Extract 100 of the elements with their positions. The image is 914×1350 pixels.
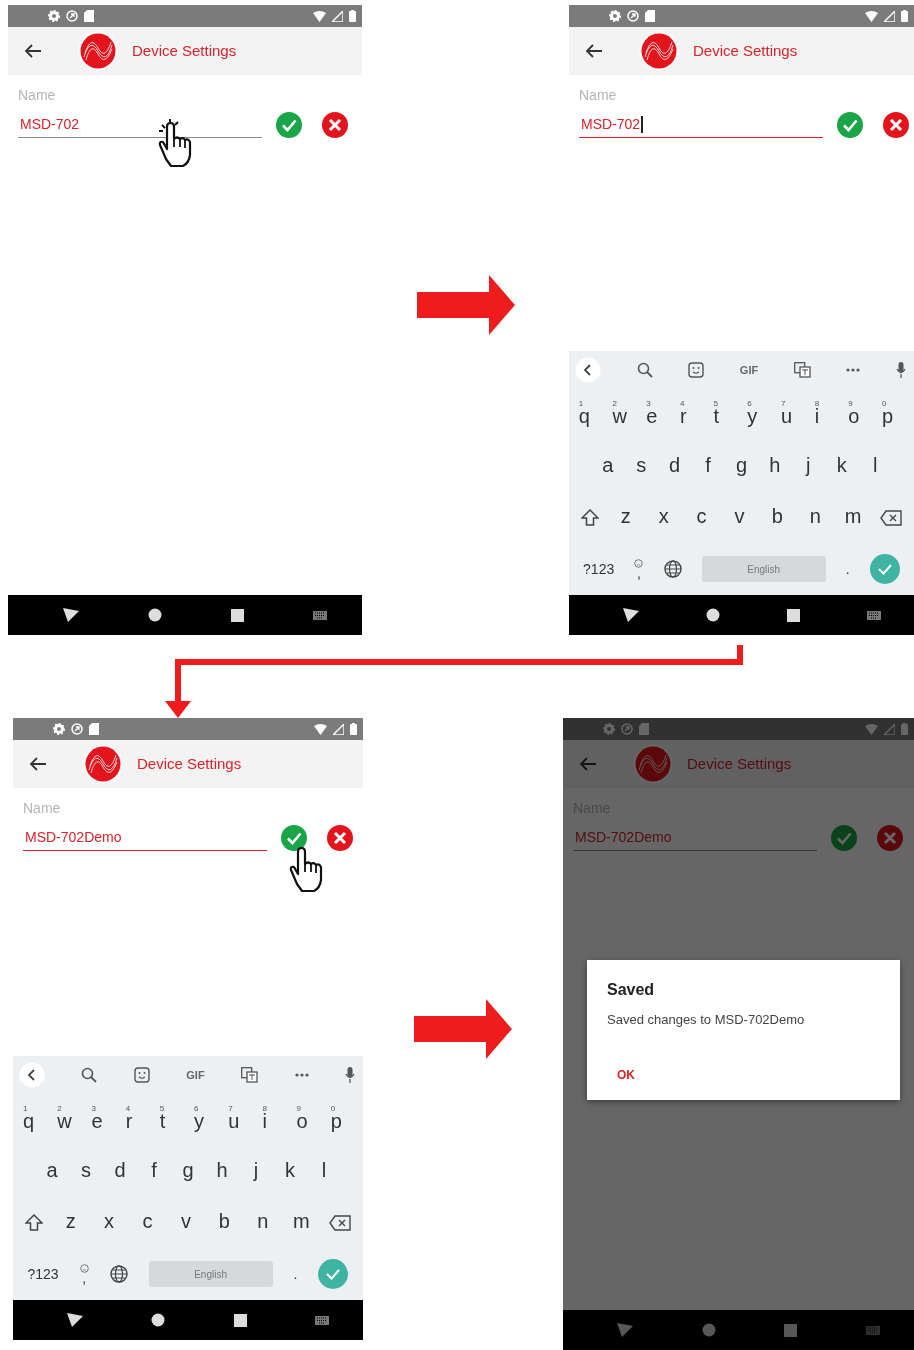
keyboard-key[interactable]: j [245,1158,267,1184]
keyboard-key[interactable]: x [652,505,675,531]
keyboard-key[interactable]: s [75,1158,97,1184]
comma-key[interactable]: , [634,559,644,580]
recents-square-icon[interactable] [231,608,245,622]
keyboard-key[interactable]: h [763,453,786,479]
sd-card-icon [639,723,649,735]
chevron-left-icon[interactable] [575,357,601,383]
cancel-x-icon[interactable] [327,825,353,851]
chevron-left-icon[interactable] [19,1062,45,1088]
gif-button[interactable]: GIF [739,361,759,379]
keyboard-key[interactable]: d [663,453,686,479]
name-input-field[interactable]: MSD-702 [579,112,823,138]
keyboard-key[interactable]: g [730,453,753,479]
back-triangle-icon[interactable] [62,608,79,622]
enter-check-icon[interactable] [318,1259,349,1290]
confirm-check-icon[interactable] [837,112,863,138]
symbols-key[interactable]: ?123 [27,1263,59,1285]
keyboard-key[interactable]: h [211,1158,233,1184]
home-circle-icon[interactable] [147,608,162,622]
keyboard-key[interactable]: a [596,453,619,479]
sd-card-icon [84,10,94,22]
keyboard-key[interactable]: v [728,505,751,531]
globe-icon[interactable] [109,1265,128,1284]
symbols-key[interactable]: ?123 [583,558,615,580]
search-icon[interactable] [81,1067,98,1083]
back-arrow-icon[interactable] [29,757,47,771]
keyboard-key[interactable]: d [109,1158,131,1184]
globe-icon[interactable] [663,560,682,579]
cancel-x-icon[interactable] [877,825,903,851]
microphone-icon[interactable] [896,362,906,378]
keyboard-key[interactable]: c [136,1210,159,1236]
backspace-icon[interactable] [879,509,902,526]
shift-icon[interactable] [580,508,599,527]
gear-icon [609,10,621,22]
back-arrow-icon[interactable] [24,44,42,58]
keyboard-key[interactable]: f [697,453,720,479]
ok-button[interactable]: OK [607,1059,645,1090]
backspace-icon[interactable] [328,1214,351,1231]
keyboard-key[interactable]: m [290,1210,313,1236]
keyboard-icon[interactable] [866,610,881,620]
confirm-check-icon[interactable] [276,112,302,138]
dialog-message: Saved changes to MSD-702Demo [607,1011,806,1029]
confirm-check-icon[interactable] [831,825,857,851]
keyboard-key[interactable]: c [690,505,713,531]
keyboard-key[interactable]: k [279,1158,301,1184]
keyboard-key[interactable]: n [804,505,827,531]
back-triangle-icon[interactable] [622,608,639,622]
confirm-check-icon[interactable] [281,825,307,851]
back-triangle-icon[interactable] [67,1313,84,1327]
sticker-icon[interactable] [133,1067,150,1083]
battery-icon [350,723,357,735]
back-arrow-icon[interactable] [585,44,603,58]
translate-icon[interactable] [793,362,811,378]
screen-title: Device Settings [687,753,792,774]
keyboard-key[interactable]: a [41,1158,63,1184]
gif-button[interactable]: GIF [186,1066,205,1084]
keyboard-key[interactable]: g [177,1158,199,1184]
home-circle-icon[interactable] [705,608,720,622]
search-icon[interactable] [636,362,653,378]
keyboard-icon[interactable] [314,1315,329,1325]
keyboard-key[interactable]: z [59,1210,82,1236]
keyboard-key[interactable]: l [864,453,887,479]
shift-icon[interactable] [25,1213,44,1232]
keyboard-key[interactable]: z [614,505,637,531]
keyboard-icon[interactable] [313,610,328,620]
keyboard-key[interactable]: j [797,453,820,479]
field-label: Name [23,799,62,818]
keyboard-key[interactable]: k [830,453,853,479]
name-input-field[interactable]: MSD-702Demo [23,825,267,851]
keyboard-key[interactable]: s [630,453,653,479]
recents-square-icon[interactable] [233,1313,247,1327]
keyboard-key[interactable]: f [143,1158,165,1184]
keyboard-key[interactable]: l [313,1158,335,1184]
period-key[interactable]: . [293,1263,298,1285]
home-circle-icon[interactable] [151,1313,166,1327]
period-key[interactable]: . [845,558,850,580]
keyboard-key[interactable]: x [98,1210,121,1236]
keyboard-key[interactable]: v [174,1210,197,1236]
keyboard-key[interactable]: m [842,505,865,531]
sticker-icon[interactable] [688,362,705,378]
keyboard-key[interactable]: b [766,505,789,531]
translate-icon[interactable] [241,1067,259,1083]
sync-icon [66,10,78,22]
cancel-x-icon[interactable] [883,112,909,138]
microphone-icon[interactable] [344,1067,355,1083]
wifi-icon [314,723,327,735]
signal-icon [884,10,895,22]
sd-card-icon [89,723,99,735]
keyboard-key[interactable]: n [251,1210,274,1236]
comma-key[interactable]: , [79,1264,89,1285]
screen-title: Device Settings [132,40,237,61]
keyboard-key[interactable]: b [213,1210,236,1236]
recents-square-icon[interactable] [786,608,800,622]
more-dots-icon[interactable] [846,368,861,372]
wifi-icon [865,10,878,22]
cancel-x-icon[interactable] [322,112,348,138]
more-dots-icon[interactable] [294,1073,309,1077]
battery-icon [901,10,908,22]
enter-check-icon[interactable] [869,554,900,585]
